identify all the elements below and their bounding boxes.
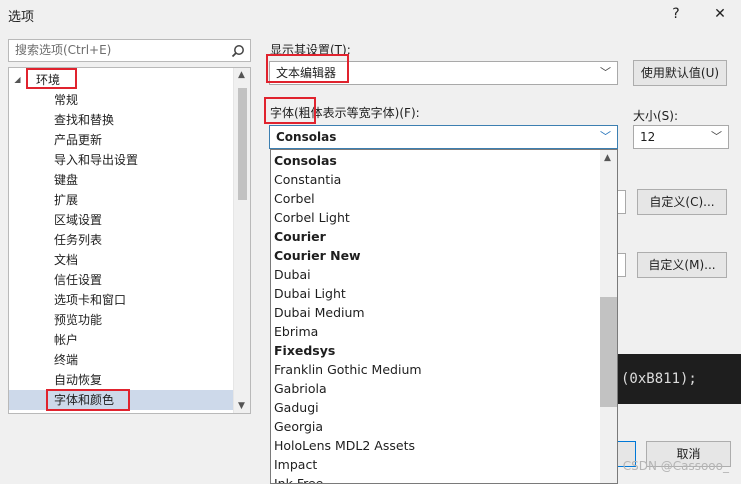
tree-item-label: 导入和导出设置 <box>54 153 139 167</box>
tree-scroll-thumb[interactable] <box>238 88 247 200</box>
font-list-item[interactable]: Corbel <box>274 189 315 208</box>
tree-item[interactable]: 选项卡和窗口 <box>9 290 234 310</box>
tree-item[interactable]: 产品更新 <box>9 130 234 150</box>
search-input[interactable]: 搜索选项(Ctrl+E) <box>8 39 251 62</box>
tree-item-label: 区域设置 <box>54 213 103 227</box>
font-dropdown-list[interactable]: Consolas Constantia Corbel Corbel Light Cour… <box>270 149 618 484</box>
tree-item[interactable]: 导入和导出设置 <box>9 150 234 170</box>
highlight-box <box>26 68 77 89</box>
tree-item-label: 任务列表 <box>54 233 103 247</box>
tree-item[interactable]: 常规 <box>9 90 234 110</box>
font-list-item[interactable]: Courier New <box>274 246 361 265</box>
font-list-item[interactable]: Dubai Medium <box>274 303 365 322</box>
tree-item-label: 帐户 <box>54 333 79 347</box>
font-list-item[interactable]: HoloLens MDL2 Assets <box>274 436 415 455</box>
highlight-box <box>266 54 349 83</box>
font-list-item[interactable]: Fixedsys <box>274 341 335 360</box>
tree-item-label: 扩展 <box>54 193 79 207</box>
preview-pane: (0xB811); <box>618 354 741 404</box>
search-icon <box>231 45 244 58</box>
tree-item[interactable]: 终端 <box>9 350 234 370</box>
tree-item[interactable]: 查找和替换 <box>9 110 234 130</box>
tree-item-label: 预览功能 <box>54 313 103 327</box>
chevron-down-icon: ﹀ <box>600 130 611 143</box>
font-list-item[interactable]: Consolas <box>274 151 337 170</box>
font-list-scroll-thumb[interactable] <box>600 297 617 407</box>
scroll-up-icon[interactable]: ▲ <box>604 153 611 163</box>
font-list-scrollbar[interactable]: ▲ <box>600 150 617 483</box>
font-select[interactable]: Consolas ﹀ <box>269 125 618 149</box>
tree-item[interactable]: 预览功能 <box>9 310 234 330</box>
tree-item[interactable]: 扩展 <box>9 190 234 210</box>
font-list-item[interactable]: Corbel Light <box>274 208 350 227</box>
tree-item[interactable]: 信任设置 <box>9 270 234 290</box>
customize-background-button[interactable]: 自定义(M)... <box>637 252 727 278</box>
tree-item[interactable]: 区域设置 <box>9 210 234 230</box>
tree-item-label: 常规 <box>54 93 79 107</box>
size-select[interactable]: 12 ﹀ <box>633 125 729 149</box>
font-list-item[interactable]: Ebrima <box>274 322 318 341</box>
highlight-box <box>46 389 130 411</box>
size-select-value: 12 <box>640 130 656 144</box>
tree-item-label: 产品更新 <box>54 133 103 147</box>
options-tree[interactable]: ◢ 环境 常规 查找和替换 产品更新 导入和导出设置 键盘 扩展 区域设置 任务列表 文档 信任设… <box>8 67 251 414</box>
highlight-box <box>264 97 316 124</box>
font-list-item[interactable]: Dubai Light <box>274 284 346 303</box>
close-button[interactable]: ✕ <box>709 3 731 25</box>
font-list-item[interactable]: Constantia <box>274 170 341 189</box>
tree-item-label: 终端 <box>54 353 79 367</box>
scroll-up-icon[interactable]: ▲ <box>238 70 245 80</box>
font-list-item[interactable]: Gadugi <box>274 398 319 417</box>
tree-item[interactable]: 任务列表 <box>9 230 234 250</box>
watermark: CSDN @Cassooo_ <box>622 459 729 473</box>
font-list-item[interactable]: Impact <box>274 455 317 474</box>
tree-item[interactable]: 自动恢复 <box>9 370 234 390</box>
tree-item[interactable]: 帐户 <box>9 330 234 350</box>
help-button[interactable]: ? <box>665 3 687 25</box>
scroll-down-icon[interactable]: ▼ <box>238 401 245 411</box>
use-defaults-button[interactable]: 使用默认值(U) <box>633 60 727 86</box>
font-list-item[interactable]: Ink Free <box>274 474 323 483</box>
window-title: 选项 <box>8 10 35 25</box>
font-list-item[interactable]: Dubai <box>274 265 311 284</box>
tree-item[interactable]: 键盘 <box>9 170 234 190</box>
font-list-item[interactable]: Gabriola <box>274 379 327 398</box>
font-list-item[interactable]: Courier <box>274 227 326 246</box>
tree-item-label: 选项卡和窗口 <box>54 293 127 307</box>
search-placeholder: 搜索选项(Ctrl+E) <box>15 43 112 57</box>
font-list-item[interactable]: Georgia <box>274 417 323 436</box>
tree-item-label: 文档 <box>54 253 79 267</box>
chevron-down-icon: ﹀ <box>711 130 722 143</box>
font-select-value: Consolas <box>276 130 337 144</box>
tree-item-label: 信任设置 <box>54 273 103 287</box>
tree-scrollbar[interactable]: ▲ ▼ <box>233 68 250 413</box>
collapse-arrow-icon[interactable]: ◢ <box>13 70 22 90</box>
chevron-down-icon: ﹀ <box>600 66 611 79</box>
customize-foreground-button[interactable]: 自定义(C)... <box>637 189 727 215</box>
size-label: 大小(S): <box>633 109 679 123</box>
font-list-item[interactable]: Franklin Gothic Medium <box>274 360 422 379</box>
tree-item-label: 键盘 <box>54 173 79 187</box>
tree-item-label: 查找和替换 <box>54 113 115 127</box>
tree-item[interactable]: 文档 <box>9 250 234 270</box>
tree-item-label: 自动恢复 <box>54 373 103 387</box>
